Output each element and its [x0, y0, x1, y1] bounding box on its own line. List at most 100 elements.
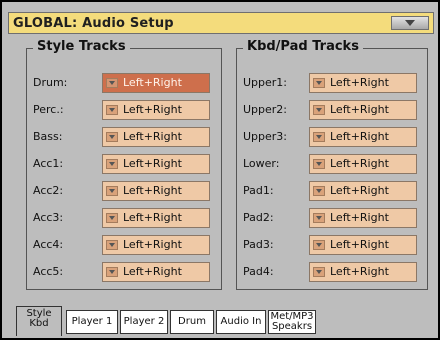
track-label: Acc5:	[33, 265, 64, 278]
tab-label: Audio In	[220, 316, 262, 327]
dropdown-arrow-icon	[313, 186, 325, 196]
kbd-pad-track-row: Lower: Left+Right	[237, 154, 427, 174]
kbd-pad-tracks-panel: Kbd/Pad Tracks Upper1: Left+Right Upper2…	[236, 39, 428, 290]
output-value: Left+Right	[330, 130, 389, 143]
page-menu-button[interactable]	[391, 16, 429, 30]
dropdown-arrow-icon	[313, 132, 325, 142]
title-bar: GLOBAL: Audio Setup	[8, 12, 434, 34]
output-selector[interactable]: Left+Right	[309, 208, 417, 228]
track-label: Pad1:	[243, 184, 274, 197]
output-selector[interactable]: Left+Right	[102, 127, 210, 147]
output-value: Left+Right	[330, 184, 389, 197]
output-value: Left+Right	[123, 184, 182, 197]
output-value: Left+Right	[123, 103, 182, 116]
output-value: Left+Right	[330, 238, 389, 251]
kbd-pad-track-row: Pad4: Left+Right	[237, 262, 427, 282]
style-tracks-panel: Style Tracks Drum: Left+Right Perc.: Lef…	[26, 39, 222, 290]
track-label: Pad3:	[243, 238, 274, 251]
dropdown-arrow-icon	[106, 267, 118, 277]
output-selector[interactable]: Left+Right	[309, 73, 417, 93]
page-title: GLOBAL: Audio Setup	[13, 16, 174, 31]
tab-player-1[interactable]: Player 1	[66, 310, 118, 334]
style-track-row: Acc4: Left+Right	[27, 235, 221, 255]
tab-drum[interactable]: Drum	[170, 310, 214, 334]
output-selector[interactable]: Left+Right	[102, 73, 210, 93]
output-selector[interactable]: Left+Right	[102, 154, 210, 174]
dropdown-arrow-icon	[106, 240, 118, 250]
dropdown-arrow-icon	[313, 78, 325, 88]
output-value: Left+Right	[330, 211, 389, 224]
output-value: Left+Right	[330, 157, 389, 170]
dropdown-arrow-icon	[106, 132, 118, 142]
style-track-row: Acc1: Left+Right	[27, 154, 221, 174]
dropdown-arrow-icon	[106, 159, 118, 169]
track-label: Pad4:	[243, 265, 274, 278]
track-label: Acc4:	[33, 238, 64, 251]
track-label: Pad2:	[243, 211, 274, 224]
dropdown-arrow-icon	[313, 240, 325, 250]
dropdown-arrow-icon	[313, 105, 325, 115]
kbd-pad-track-row: Pad2: Left+Right	[237, 208, 427, 228]
output-selector[interactable]: Left+Right	[309, 154, 417, 174]
kbd-pad-tracks-title: Kbd/Pad Tracks	[243, 39, 363, 54]
track-label: Upper1:	[243, 76, 288, 89]
output-value: Left+Right	[123, 130, 182, 143]
output-value: Left+Right	[330, 76, 389, 89]
output-value: Left+Right	[123, 76, 182, 89]
dropdown-arrow-icon	[106, 186, 118, 196]
output-value: Left+Right	[123, 238, 182, 251]
tab-player-2[interactable]: Player 2	[120, 310, 168, 334]
tab-label: Kbd	[29, 318, 49, 329]
kbd-pad-track-row: Pad3: Left+Right	[237, 235, 427, 255]
tab-met-mp3-speakers[interactable]: Met/MP3 Speakrs	[268, 310, 316, 334]
dropdown-arrow-icon	[106, 105, 118, 115]
output-selector[interactable]: Left+Right	[102, 235, 210, 255]
output-value: Left+Right	[123, 157, 182, 170]
output-selector[interactable]: Left+Right	[309, 100, 417, 120]
kbd-pad-track-row: Upper3: Left+Right	[237, 127, 427, 147]
track-label: Acc3:	[33, 211, 64, 224]
tab-label: Player 2	[123, 316, 165, 327]
dropdown-arrow-icon	[106, 78, 118, 88]
track-label: Upper2:	[243, 103, 288, 116]
style-track-row: Acc3: Left+Right	[27, 208, 221, 228]
dropdown-arrow-icon	[313, 213, 325, 223]
track-label: Acc2:	[33, 184, 64, 197]
track-label: Perc.:	[33, 103, 64, 116]
track-label: Acc1:	[33, 157, 64, 170]
kbd-pad-track-row: Upper2: Left+Right	[237, 100, 427, 120]
track-label: Bass:	[33, 130, 63, 143]
tab-audio-in[interactable]: Audio In	[216, 310, 266, 334]
style-tracks-title: Style Tracks	[33, 39, 130, 54]
tab-style-kbd[interactable]: Style Kbd	[16, 306, 62, 336]
output-selector[interactable]: Left+Right	[309, 235, 417, 255]
output-selector[interactable]: Left+Right	[309, 262, 417, 282]
style-track-row: Perc.: Left+Right	[27, 100, 221, 120]
dropdown-arrow-icon	[313, 267, 325, 277]
output-selector[interactable]: Left+Right	[102, 208, 210, 228]
page-tabs: Style Kbd Player 1 Player 2 Drum Audio I…	[16, 306, 436, 340]
output-selector[interactable]: Left+Right	[102, 262, 210, 282]
tab-label: Drum	[178, 316, 206, 327]
kbd-pad-track-row: Pad1: Left+Right	[237, 181, 427, 201]
style-track-row: Bass: Left+Right	[27, 127, 221, 147]
kbd-pad-track-row: Upper1: Left+Right	[237, 73, 427, 93]
track-label: Lower:	[243, 157, 280, 170]
dropdown-arrow-icon	[313, 159, 325, 169]
global-audio-setup-screen: GLOBAL: Audio Setup Style Tracks Drum: L…	[2, 2, 438, 338]
tab-label: Player 1	[71, 316, 113, 327]
output-selector[interactable]: Left+Right	[102, 181, 210, 201]
output-selector[interactable]: Left+Right	[309, 181, 417, 201]
dropdown-arrow-icon	[106, 213, 118, 223]
output-value: Left+Right	[330, 265, 389, 278]
output-value: Left+Right	[123, 265, 182, 278]
output-selector[interactable]: Left+Right	[309, 127, 417, 147]
style-track-row: Acc5: Left+Right	[27, 262, 221, 282]
tab-label: Speakrs	[271, 321, 313, 332]
output-selector[interactable]: Left+Right	[102, 100, 210, 120]
style-track-row: Drum: Left+Right	[27, 73, 221, 93]
output-value: Left+Right	[330, 103, 389, 116]
output-value: Left+Right	[123, 211, 182, 224]
track-label: Drum:	[33, 76, 68, 89]
style-track-row: Acc2: Left+Right	[27, 181, 221, 201]
